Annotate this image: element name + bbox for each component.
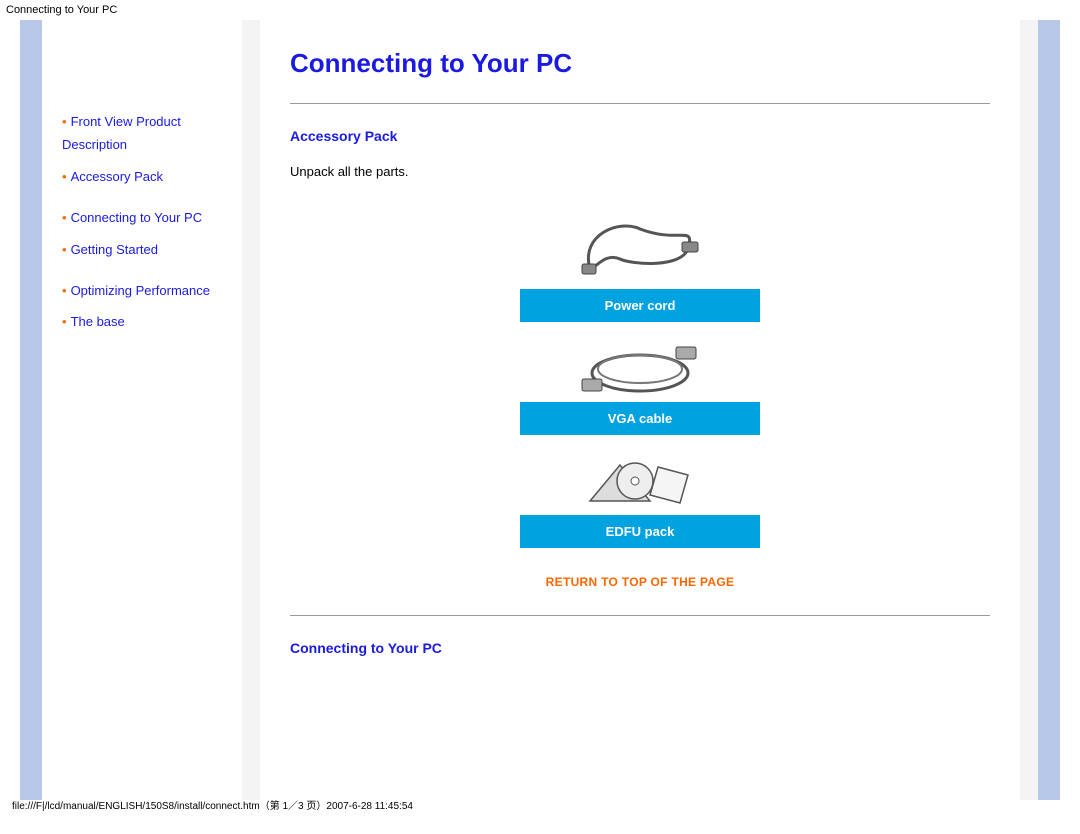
right-stripe [1038,20,1060,800]
left-stripe [20,20,42,800]
accessory-list: Power cord VGA cable [520,209,760,548]
content-outer: Connecting to Your PC Accessory Pack Unp… [242,20,1038,800]
accessory-label: VGA cable [520,402,760,435]
sidebar-link[interactable]: Optimizing Performance [71,283,210,298]
page-wrapper: •Front View Product Description •Accesso… [20,20,1060,800]
bullet-icon: • [62,114,67,129]
accessory-label: Power cord [520,289,760,322]
footer-file-path: file:///F|/lcd/manual/ENGLISH/150S8/inst… [6,793,419,816]
sidebar-item-front-view[interactable]: •Front View Product Description [62,110,230,157]
sidebar-link[interactable]: Connecting to Your PC [71,210,203,225]
accessory-label: EDFU pack [520,515,760,548]
sidebar-link[interactable]: Accessory Pack [71,169,163,184]
section-heading-accessory: Accessory Pack [290,128,990,144]
edfu-pack-icon [520,449,760,515]
power-cord-icon [520,209,760,289]
sidebar-link[interactable]: The base [71,314,125,329]
sidebar-item-getting-started[interactable]: • Getting Started [62,238,230,261]
sidebar-nav: •Front View Product Description •Accesso… [42,20,242,800]
bullet-icon: • [62,283,67,298]
window-title: Connecting to Your PC [0,0,1080,20]
sidebar-item-the-base[interactable]: • The base [62,310,230,333]
return-to-top[interactable]: RETURN TO TOP OF THE PAGE [290,574,990,589]
content: Connecting to Your PC Accessory Pack Unp… [260,20,1020,800]
page-title: Connecting to Your PC [290,48,990,79]
accessory-item-edfu-pack: EDFU pack [520,449,760,548]
bullet-icon: • [62,210,67,225]
sidebar-link[interactable]: Getting Started [71,242,158,257]
intro-text: Unpack all the parts. [290,164,990,179]
divider [290,615,990,616]
vga-cable-icon [520,336,760,402]
sidebar-item-connecting[interactable]: • Connecting to Your PC [62,206,230,229]
accessory-item-power-cord: Power cord [520,209,760,322]
bullet-icon: • [62,169,67,184]
bullet-icon: • [62,242,67,257]
accessory-item-vga-cable: VGA cable [520,336,760,435]
sidebar-item-optimizing[interactable]: • Optimizing Performance [62,279,230,302]
main-area: •Front View Product Description •Accesso… [20,20,1060,800]
sidebar-link[interactable]: Front View Product Description [62,114,181,152]
bullet-icon: • [62,314,67,329]
sidebar-item-accessory-pack[interactable]: • Accessory Pack [62,165,230,188]
return-to-top-link[interactable]: RETURN TO TOP OF THE PAGE [546,575,735,589]
section-heading-connecting: Connecting to Your PC [290,640,990,656]
divider [290,103,990,104]
